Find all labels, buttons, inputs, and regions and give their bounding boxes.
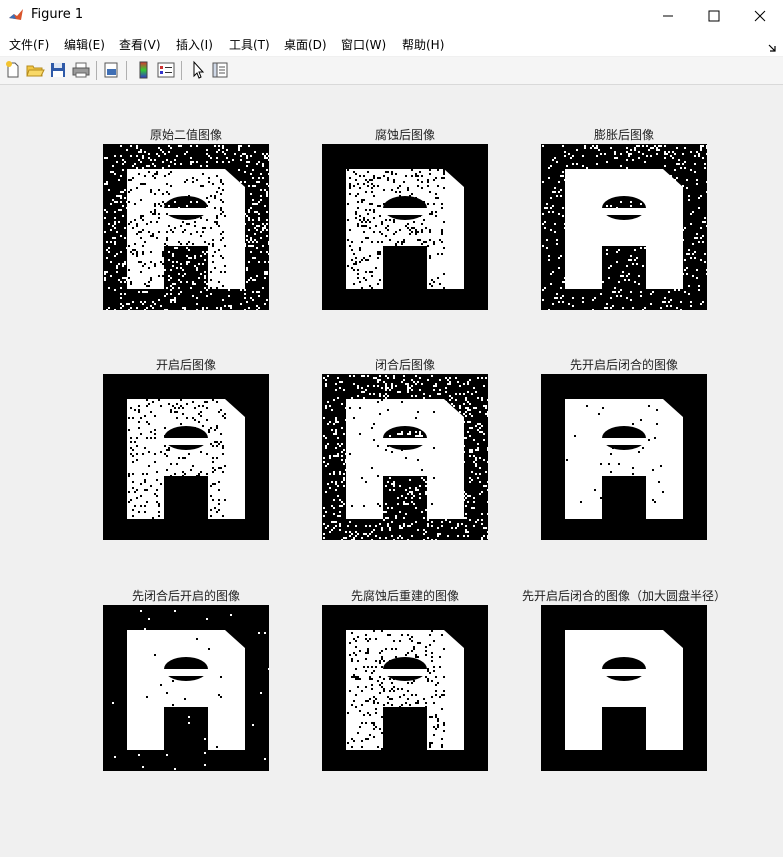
binary-image xyxy=(541,374,707,540)
maximize-button[interactable] xyxy=(691,0,737,31)
minimize-icon xyxy=(663,15,673,16)
toolbar-separator xyxy=(181,61,182,80)
subplot-title: 膨胀后图像 xyxy=(593,128,654,142)
open-icon[interactable] xyxy=(25,60,45,80)
subplot-title: 腐蚀后图像 xyxy=(374,128,435,142)
legend-icon[interactable] xyxy=(156,60,176,80)
maximize-icon xyxy=(708,10,720,21)
subplot-image[interactable] xyxy=(103,374,269,540)
dock-arrow-icon[interactable] xyxy=(768,37,777,56)
subplot-title: 先开启后闭合的图像（加大圆盘半径） xyxy=(521,589,726,603)
menu-tools[interactable]: 工具(T) xyxy=(229,36,270,53)
binary-image xyxy=(103,144,269,310)
menu-view[interactable]: 查看(V) xyxy=(119,36,161,53)
menu-bar: 文件(F) 编辑(E) 查看(V) 插入(I) 工具(T) 桌面(D) 窗口(W… xyxy=(0,31,783,56)
window-title: Figure 1 xyxy=(31,7,84,22)
subplot-image[interactable] xyxy=(541,374,707,540)
subplot-title: 开启后图像 xyxy=(155,358,216,372)
binary-image xyxy=(322,144,488,310)
colorbar-icon[interactable] xyxy=(134,60,154,80)
title-bar: Figure 1 xyxy=(0,0,783,31)
menu-help[interactable]: 帮助(H) xyxy=(402,36,444,53)
property-editor-icon[interactable] xyxy=(210,60,230,80)
subplot-image[interactable] xyxy=(541,605,707,771)
subplot-title: 先闭合后开启的图像 xyxy=(131,589,240,603)
menu-edit[interactable]: 编辑(E) xyxy=(64,36,105,53)
binary-image xyxy=(103,374,269,540)
subplot-image[interactable] xyxy=(103,144,269,310)
toolbar xyxy=(0,57,783,85)
binary-image xyxy=(541,605,707,771)
subplot-image[interactable] xyxy=(322,374,488,540)
binary-image xyxy=(541,144,707,310)
menu-insert[interactable]: 插入(I) xyxy=(176,36,213,53)
subplot-title: 原始二值图像 xyxy=(149,128,222,142)
subplot-title: 闭合后图像 xyxy=(374,358,435,372)
menu-window[interactable]: 窗口(W) xyxy=(341,36,386,53)
binary-image xyxy=(103,605,269,771)
subplot-title: 先开启后闭合的图像 xyxy=(569,358,678,372)
binary-image xyxy=(322,374,488,540)
subplot-image[interactable] xyxy=(541,144,707,310)
figure-canvas: 原始二值图像 腐蚀后图像 膨胀后图像 开启后图像 闭合后图像 先开启后闭合的图像… xyxy=(0,85,783,857)
subplot-image[interactable] xyxy=(322,144,488,310)
subplot-image[interactable] xyxy=(322,605,488,771)
matlab-logo-icon xyxy=(8,7,24,23)
menu-desktop[interactable]: 桌面(D) xyxy=(284,36,327,53)
minimize-button[interactable] xyxy=(645,0,691,31)
subplot-image[interactable] xyxy=(103,605,269,771)
print-icon[interactable] xyxy=(71,60,91,80)
print-preview-icon[interactable] xyxy=(101,60,121,80)
close-button[interactable] xyxy=(737,0,783,31)
save-icon[interactable] xyxy=(48,60,68,80)
binary-image xyxy=(322,605,488,771)
new-figure-icon[interactable] xyxy=(3,60,23,80)
toolbar-separator xyxy=(126,61,127,80)
subplot-title: 先腐蚀后重建的图像 xyxy=(350,589,459,603)
toolbar-separator xyxy=(96,61,97,80)
close-icon xyxy=(754,10,766,21)
menu-file[interactable]: 文件(F) xyxy=(9,36,49,53)
pointer-icon[interactable] xyxy=(188,60,208,80)
